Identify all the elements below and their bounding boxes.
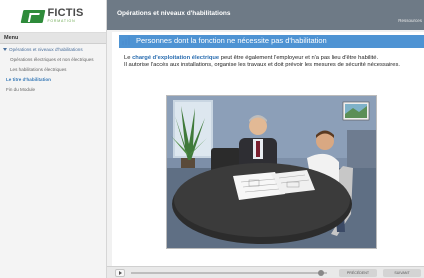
menu-item-habilitations-electriques[interactable]: Les habilitations électriques bbox=[3, 67, 103, 73]
paragraph-2: Il autorise l'accès aux installations, o… bbox=[124, 61, 400, 68]
logo-area: FICTIS FORMATION bbox=[0, 0, 106, 33]
fictis-logo: FICTIS FORMATION bbox=[21, 7, 84, 24]
play-button[interactable] bbox=[115, 269, 125, 277]
top-bar: Opérations et niveaux d'habilitations Re… bbox=[107, 0, 424, 30]
sidebar: FICTIS FORMATION Menu Opérations et nive… bbox=[0, 0, 107, 278]
slide-heading-text: Personnes dont la fonction ne nécessite … bbox=[136, 36, 327, 45]
office-scene-svg bbox=[167, 96, 376, 248]
chevron-down-icon bbox=[3, 48, 7, 52]
highlighted-term: chargé d'exploitation électrique bbox=[132, 55, 220, 61]
logo-mark-icon bbox=[21, 9, 46, 23]
progress-knob[interactable] bbox=[318, 270, 325, 276]
paragraph-1: Le chargé d'exploitation électrique peut… bbox=[124, 55, 379, 61]
slide-content: Personnes dont la fonction ne nécessite … bbox=[112, 32, 424, 268]
player-bar: PRÉCÉDENT SUIVANT bbox=[107, 266, 424, 278]
progress-track[interactable] bbox=[131, 272, 327, 274]
slide-heading: Personnes dont la fonction ne nécessite … bbox=[122, 36, 424, 45]
office-scene-illustration bbox=[166, 95, 377, 249]
logo-tagline: FORMATION bbox=[47, 19, 76, 24]
resources-link[interactable]: Ressources bbox=[398, 18, 422, 23]
slide-body-text: Le chargé d'exploitation électrique peut… bbox=[124, 55, 412, 68]
module-title: Opérations et niveaux d'habilitations bbox=[117, 10, 231, 17]
menu-list: Opérations et niveaux d'habilitations Op… bbox=[0, 44, 106, 93]
menu-item-fin-module[interactable]: Fin du Module bbox=[3, 87, 103, 93]
bar-chart-icon bbox=[122, 36, 132, 45]
menu-item-operations-niveaux[interactable]: Opérations et niveaux d'habilitations bbox=[3, 47, 103, 53]
menu-header: Menu bbox=[0, 33, 106, 44]
menu-item-operations-electriques[interactable]: Opérations électriques et non électrique… bbox=[3, 57, 103, 63]
menu-item-titre-habilitation[interactable]: Le titre d'habilitation bbox=[3, 77, 103, 83]
next-button[interactable]: SUIVANT bbox=[383, 269, 421, 277]
previous-button[interactable]: PRÉCÉDENT bbox=[339, 269, 377, 277]
logo-brand: FICTIS bbox=[47, 7, 84, 20]
app-window: FICTIS FORMATION Menu Opérations et nive… bbox=[0, 0, 424, 278]
